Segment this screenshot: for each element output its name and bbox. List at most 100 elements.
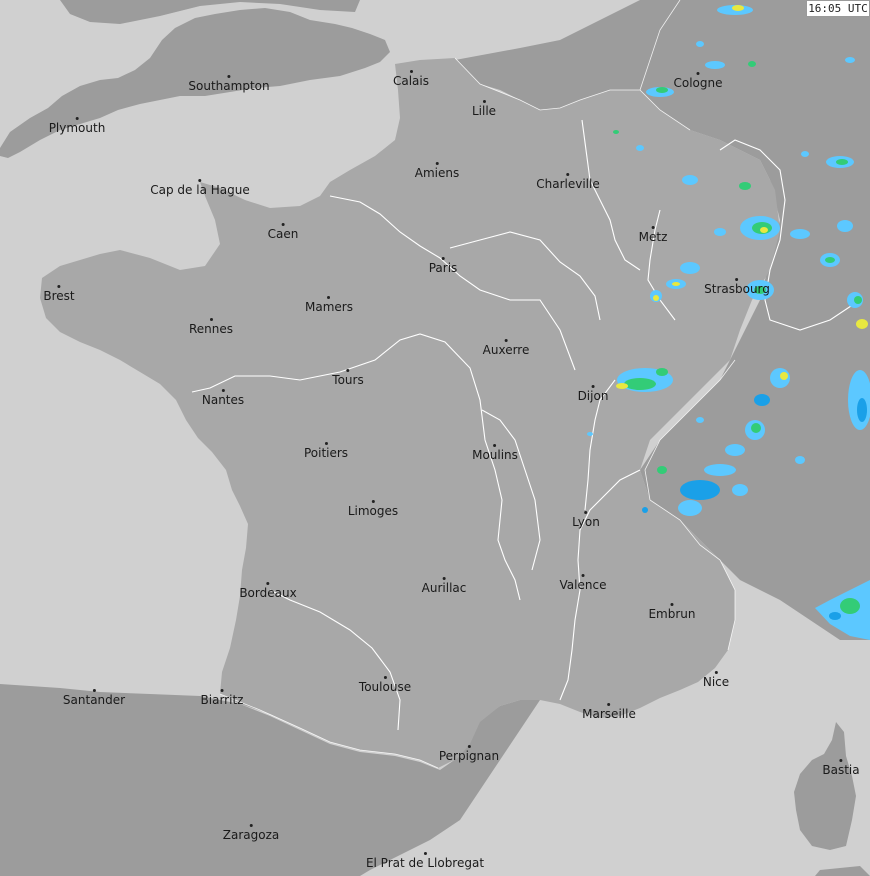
city-aurillac: Aurillac [421, 577, 467, 595]
city-nice: Nice [703, 671, 729, 689]
city-dot [482, 100, 486, 103]
city-caen: Caen [267, 223, 299, 241]
city-label: Charleville [536, 177, 600, 191]
city-dot [346, 369, 350, 372]
city-limoges: Limoges [348, 500, 398, 518]
city-southampton: Southampton [188, 75, 270, 93]
city-label: Aurillac [421, 581, 467, 595]
city-label: Metz [638, 230, 668, 244]
city-valence: Valence [559, 574, 607, 592]
city-dot [371, 500, 375, 503]
city-plymouth: Plymouth [48, 117, 106, 135]
city-calais: Calais [393, 70, 429, 88]
city-dot [442, 577, 446, 580]
city-dot [227, 75, 231, 78]
city-dot [220, 689, 224, 692]
city-dot [696, 72, 700, 75]
city-bordeaux: Bordeaux [239, 582, 297, 600]
city-cologne: Cologne [673, 72, 723, 90]
city-bastia: Bastia [822, 759, 860, 777]
city-dijon: Dijon [577, 385, 609, 403]
city-dot [249, 824, 253, 827]
city-label: Bastia [822, 763, 860, 777]
city-label: El Prat de Llobregat [365, 856, 485, 870]
city-lille: Lille [472, 100, 496, 118]
map-base [0, 0, 870, 876]
city-dot [651, 226, 655, 229]
city-label: Limoges [347, 504, 399, 518]
city-dot [581, 574, 585, 577]
city-dot [221, 389, 225, 392]
city-charleville: Charleville [536, 173, 600, 191]
city-dot [209, 318, 213, 321]
city-label: Zaragoza [222, 828, 280, 842]
city-label: Marseille [582, 707, 636, 721]
city-dot [839, 759, 843, 762]
city-dot [493, 444, 497, 447]
city-label: Calais [392, 74, 430, 88]
city-perpignan: Perpignan [439, 745, 499, 763]
city-label: Moulins [472, 448, 518, 462]
city-rennes: Rennes [189, 318, 233, 336]
city-dot [383, 676, 387, 679]
city-strasbourg: Strasbourg [704, 278, 770, 296]
city-dot [324, 442, 328, 445]
city-label: Toulouse [358, 680, 412, 694]
city-label: Plymouth [48, 121, 106, 135]
city-amiens: Amiens [415, 162, 459, 180]
city-nantes: Nantes [202, 389, 244, 407]
city-dot [281, 223, 285, 226]
city-dot [566, 173, 570, 176]
city-lyon: Lyon [572, 511, 600, 529]
city-label: Brest [43, 289, 75, 303]
city-poitiers: Poitiers [304, 442, 348, 460]
city-label: Cap de la Hague [150, 183, 250, 197]
city-label: Amiens [414, 166, 460, 180]
city-dot [714, 671, 718, 674]
city-brest: Brest [43, 285, 75, 303]
city-marseille: Marseille [582, 703, 636, 721]
city-dot [735, 278, 739, 281]
city-label: Embrun [648, 607, 696, 621]
city-dot [327, 296, 331, 299]
city-label: Tours [332, 373, 364, 387]
city-dot [266, 582, 270, 585]
city-label: Perpignan [438, 749, 500, 763]
city-label: Rennes [188, 322, 234, 336]
city-dot [467, 745, 471, 748]
city-el-prat: El Prat de Llobregat [366, 852, 484, 870]
city-dot [591, 385, 595, 388]
city-dot [409, 70, 413, 73]
city-label: Poitiers [303, 446, 349, 460]
city-label: Paris [428, 261, 458, 275]
city-label: Biarritz [200, 693, 244, 707]
city-dot [441, 257, 445, 260]
city-label: Caen [267, 227, 299, 241]
city-tours: Tours [332, 369, 364, 387]
city-label: Lille [471, 104, 497, 118]
city-label: Valence [559, 578, 607, 592]
city-dot [607, 703, 611, 706]
city-label: Cologne [673, 76, 723, 90]
city-label: Nantes [201, 393, 245, 407]
city-dot [670, 603, 674, 606]
timestamp-label: 16:05 UTC [806, 0, 870, 17]
city-label: Santander [62, 693, 126, 707]
city-dot [423, 852, 427, 855]
city-biarritz: Biarritz [200, 689, 244, 707]
weather-radar-map[interactable]: Southampton Calais Cologne Plymouth Lill… [0, 0, 870, 876]
city-cap-de-la-hague: Cap de la Hague [150, 179, 250, 197]
city-label: Dijon [577, 389, 609, 403]
city-dot [92, 689, 96, 692]
city-embrun: Embrun [648, 603, 696, 621]
city-dot [435, 162, 439, 165]
city-dot [504, 339, 508, 342]
city-dot [57, 285, 61, 288]
city-dot [198, 179, 202, 182]
city-label: Nice [702, 675, 730, 689]
city-label: Strasbourg [704, 282, 770, 296]
city-dot [584, 511, 588, 514]
city-label: Lyon [572, 515, 600, 529]
city-dot [75, 117, 79, 120]
city-santander: Santander [63, 689, 125, 707]
